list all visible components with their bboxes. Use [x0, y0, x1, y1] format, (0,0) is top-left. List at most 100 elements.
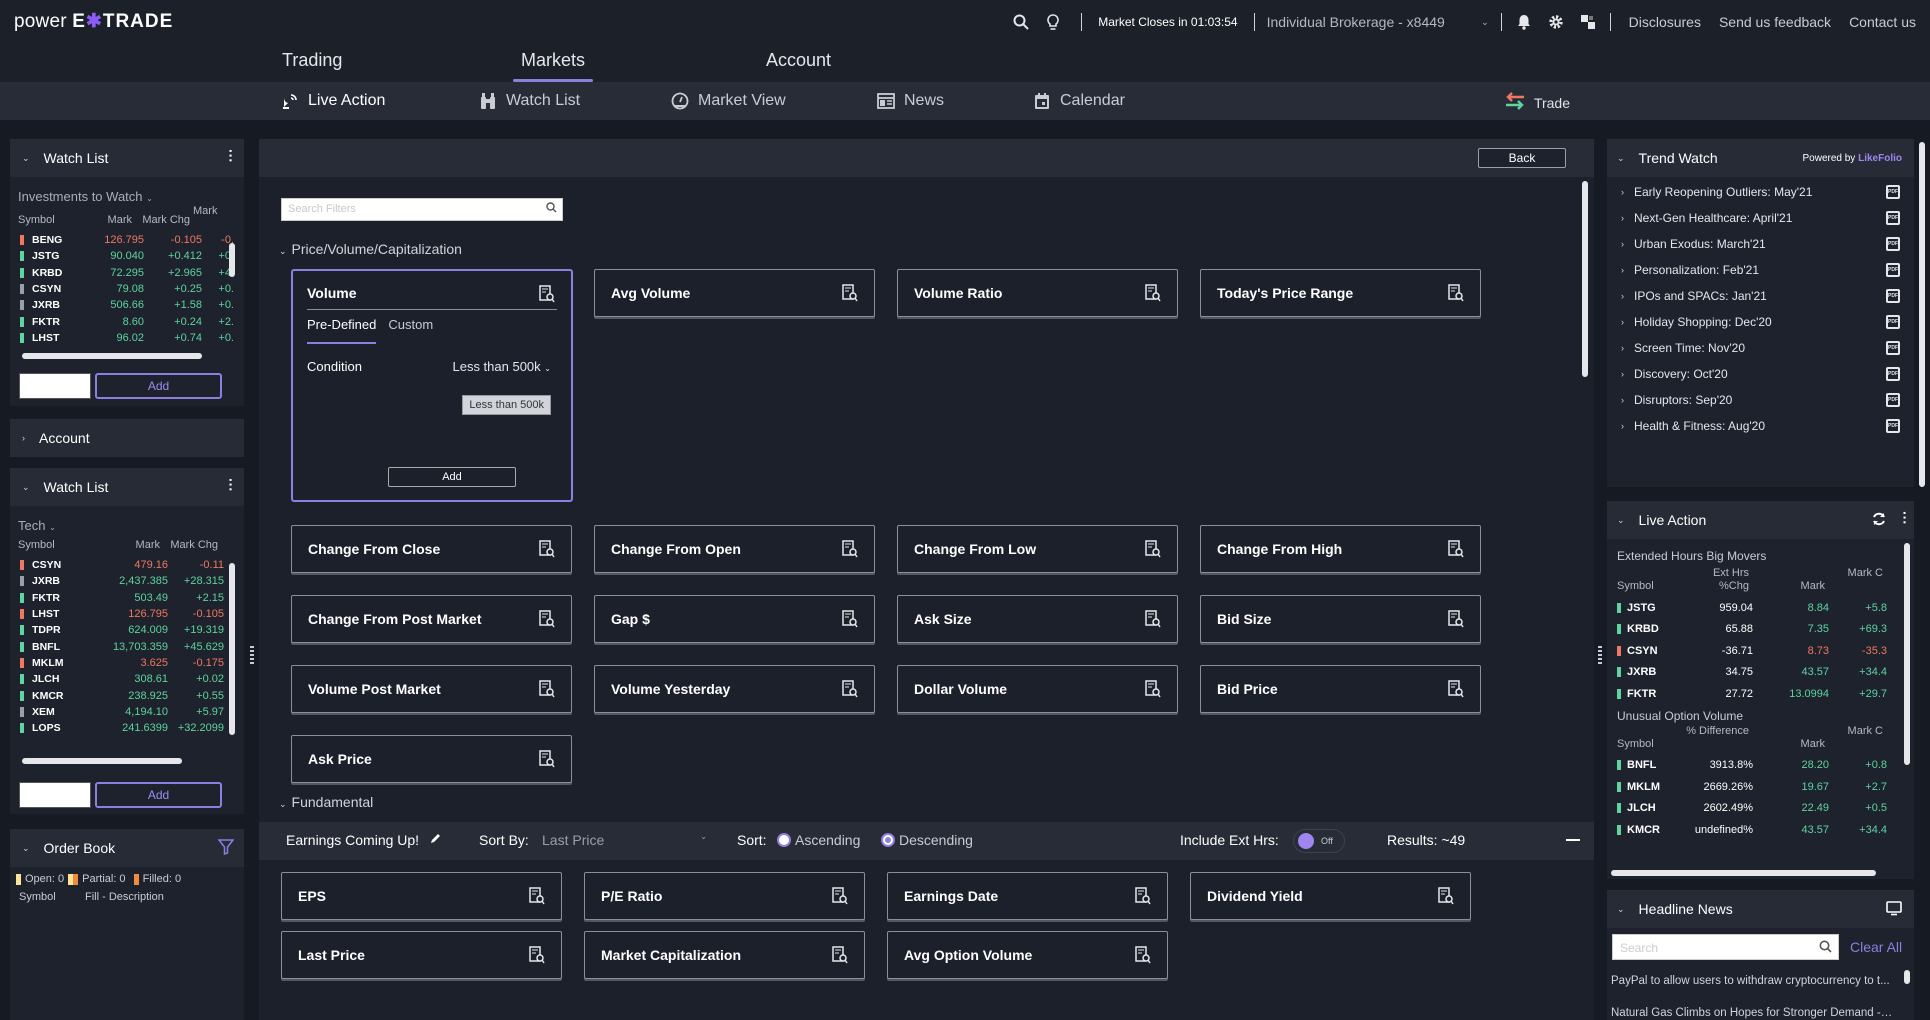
watchlist-row[interactable]: CSYN 479.16 -0.11: [20, 557, 244, 573]
search-filters-input[interactable]: Search Filters: [281, 198, 563, 221]
filter-card[interactable]: Bid Size: [1200, 595, 1481, 643]
watchlist-row[interactable]: CSYN 79.08 +0.25 +0.: [20, 281, 244, 297]
left-resize-handle[interactable]: [250, 646, 254, 664]
filter-details-icon[interactable]: [529, 946, 545, 964]
filter-card[interactable]: Avg Volume: [594, 269, 875, 317]
liveaction-row[interactable]: JXRB 34.75 43.57 +34.4: [1607, 662, 1914, 684]
pdf-icon[interactable]: PDF: [1886, 289, 1900, 303]
screen-name[interactable]: Earnings Coming Up!: [286, 832, 441, 848]
likefolio-link[interactable]: LikeFolio: [1858, 153, 1902, 164]
news-item[interactable]: Natural Gas Climbs on Hopes for Stronger…: [1607, 1007, 1893, 1019]
vertical-scrollbar[interactable]: [1919, 142, 1925, 487]
watchlist-row[interactable]: JSTG 90.040 +0.412 +0.: [20, 248, 244, 264]
lightbulb-icon[interactable]: [1043, 12, 1063, 32]
pdf-icon[interactable]: PDF: [1886, 367, 1900, 381]
filter-details-icon[interactable]: [842, 610, 858, 628]
clear-all-link[interactable]: Clear All: [1850, 939, 1902, 955]
liveaction-row[interactable]: BNFL 3913.8% 28.20 +0.8: [1607, 755, 1914, 777]
subnav-news[interactable]: News: [876, 91, 944, 111]
pdf-icon[interactable]: PDF: [1886, 237, 1900, 251]
watchlist-1-selector[interactable]: Investments to Watch ⌄: [10, 177, 244, 204]
filter-details-icon[interactable]: [1448, 284, 1464, 302]
trendwatch-item[interactable]: › IPOs and SPACs: Jan'21 PDF: [1607, 283, 1914, 309]
kebab-menu-icon[interactable]: ···: [223, 149, 239, 163]
filter-card[interactable]: Ask Size: [897, 595, 1178, 643]
vertical-scrollbar[interactable]: [229, 243, 235, 277]
filter-card[interactable]: P/E Ratio: [584, 872, 865, 920]
sort-ascending-radio[interactable]: Ascending: [777, 832, 860, 848]
watchlist-row[interactable]: JXRB 506.66 +1.58 +0.: [20, 297, 244, 313]
filter-details-icon[interactable]: [539, 680, 555, 698]
filter-card[interactable]: Ask Price: [291, 735, 572, 783]
pencil-icon[interactable]: [429, 832, 441, 848]
watchlist-2-header[interactable]: ⌄ Watch List ···: [10, 468, 244, 506]
filter-card[interactable]: Change From High: [1200, 525, 1481, 573]
tab-custom[interactable]: Custom: [388, 317, 433, 344]
orderbook-header[interactable]: ⌄ Order Book: [10, 829, 244, 867]
section-fundamental[interactable]: ⌄ Fundamental: [279, 794, 373, 810]
trendwatch-header[interactable]: ⌄ Trend Watch Powered by LikeFolio: [1607, 139, 1914, 177]
filter-icon[interactable]: [217, 839, 235, 858]
filter-details-icon[interactable]: [842, 284, 858, 302]
trendwatch-item[interactable]: › Screen Time: Nov'20 PDF: [1607, 335, 1914, 361]
trendwatch-item[interactable]: › Next-Gen Healthcare: April'21 PDF: [1607, 205, 1914, 231]
watchlist-row[interactable]: KRBD 72.295 +2.965 +4.: [20, 265, 244, 281]
filter-card[interactable]: Dividend Yield: [1190, 872, 1471, 920]
filter-card[interactable]: Earnings Date: [887, 872, 1168, 920]
filter-card[interactable]: Dollar Volume: [897, 665, 1178, 713]
watchlist-row[interactable]: TDPR 624.009 +19.319: [20, 622, 244, 638]
vertical-scrollbar[interactable]: [1904, 543, 1910, 765]
tab-pre-defined[interactable]: Pre-Defined: [307, 317, 377, 344]
account-header[interactable]: › Account: [10, 419, 244, 457]
filter-details-icon[interactable]: [1448, 610, 1464, 628]
watchlist-row[interactable]: FKTR 503.49 +2.15: [20, 590, 244, 606]
watchlist-row[interactable]: BNFL 13,703.359 +45.629: [20, 638, 244, 654]
pdf-icon[interactable]: PDF: [1886, 341, 1900, 355]
watchlist-row[interactable]: LOPS 241.6399 +32.2099: [20, 720, 244, 736]
filter-card[interactable]: Volume Yesterday: [594, 665, 875, 713]
kebab-menu-icon[interactable]: ···: [223, 478, 239, 492]
filter-card[interactable]: Today's Price Range: [1200, 269, 1481, 317]
filter-details-icon[interactable]: [1438, 887, 1454, 905]
filter-card[interactable]: Gap $: [594, 595, 875, 643]
filter-card[interactable]: Change From Post Market: [291, 595, 572, 643]
gear-icon[interactable]: [1546, 12, 1566, 32]
trendwatch-item[interactable]: › Holiday Shopping: Dec'20 PDF: [1607, 309, 1914, 335]
watchlist-row[interactable]: BENG 126.795 -0.105 -0.: [20, 232, 244, 248]
liveaction-row[interactable]: MKLM 2669.26% 19.67 +2.7: [1607, 776, 1914, 798]
kebab-menu-icon[interactable]: ···: [1897, 511, 1913, 525]
power-etrade-logo[interactable]: power E✱TRADE: [14, 10, 173, 33]
filter-card[interactable]: Change From Low: [897, 525, 1178, 573]
watchlist-row[interactable]: LHST 96.02 +0.74 +0.: [20, 330, 244, 346]
subnav-watch-list[interactable]: Watch List: [478, 91, 580, 111]
sort-descending-radio[interactable]: Descending: [881, 832, 973, 848]
watchlist-row[interactable]: JXRB 2,437.385 +28.315: [20, 573, 244, 589]
filter-details-icon[interactable]: [832, 887, 848, 905]
watchlist-1-header[interactable]: ⌄ Watch List ···: [10, 139, 244, 177]
filter-details-icon[interactable]: [539, 750, 555, 768]
watchlist-row[interactable]: MKLM 3.625 -0.175: [20, 655, 244, 671]
watchlist-row[interactable]: JLCH 308.61 +0.02: [20, 671, 244, 687]
pdf-icon[interactable]: PDF: [1886, 393, 1900, 407]
liveaction-header[interactable]: ⌄ Live Action ···: [1607, 501, 1914, 539]
condition-dropdown[interactable]: Less than 500k ⌄: [452, 359, 551, 374]
pdf-icon[interactable]: PDF: [1886, 211, 1900, 225]
ext-hrs-toggle[interactable]: Off: [1293, 829, 1345, 853]
account-selector[interactable]: Individual Brokerage - x8449 ⌄: [1267, 14, 1489, 30]
sort-by-dropdown[interactable]: Last Price ⌄: [542, 832, 707, 848]
liveaction-row[interactable]: CSYN -36.71 8.73 -35.3: [1607, 640, 1914, 662]
add-filter-button[interactable]: Add: [388, 467, 516, 487]
search-icon[interactable]: [1011, 12, 1031, 32]
pdf-icon[interactable]: PDF: [1886, 315, 1900, 329]
liveaction-row[interactable]: JLCH 2602.49% 22.49 +0.5: [1607, 798, 1914, 820]
watchlist-row[interactable]: FKTR 8.60 +0.24 +2.: [20, 313, 244, 329]
filter-card[interactable]: Change From Open: [594, 525, 875, 573]
trendwatch-item[interactable]: › Discovery: Oct'20 PDF: [1607, 361, 1914, 387]
filter-card[interactable]: EPS: [281, 872, 562, 920]
filter-card[interactable]: Volume Ratio: [897, 269, 1178, 317]
filter-details-icon[interactable]: [1448, 680, 1464, 698]
filter-details-icon[interactable]: [842, 680, 858, 698]
bell-icon[interactable]: [1514, 12, 1534, 32]
horizontal-scrollbar[interactable]: [22, 353, 202, 359]
filter-details-icon[interactable]: [1145, 610, 1161, 628]
